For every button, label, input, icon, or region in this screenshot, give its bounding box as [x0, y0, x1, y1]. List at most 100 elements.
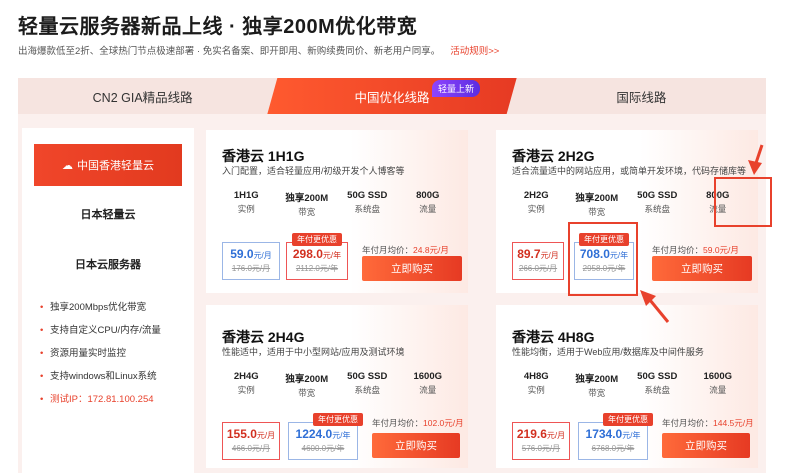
spec-value: 1H1G [233, 190, 259, 201]
spec-bandwidth: 独享200M 带宽 [277, 371, 338, 399]
product-card-2h4g: 香港云 2H4G 性能适中，适用于中小型网站/应用及测试环境 2H4G 实例 独享… [206, 305, 468, 468]
spec-disk: 50G SSD 系统盘 [337, 371, 398, 399]
subtitle-text: 出海爆款低至2折、全球热门节点极速部署 · 免实名备案、即开即用、新购续费同价、… [18, 46, 441, 57]
monthly-price-option[interactable]: 155.0元/月 466.0元/月 [222, 422, 280, 460]
original-price: 6768.0元/年 [591, 444, 635, 453]
spec-label: 带宽 [588, 207, 606, 217]
original-price: 4600.0元/年 [301, 444, 345, 453]
spec-value: 50G SSD [637, 371, 678, 382]
spec-instance: 4H8G 实例 [506, 371, 567, 399]
spec-label: 实例 [237, 204, 255, 214]
price-unit: 元/月 [540, 251, 559, 260]
spec-value: 800G [416, 190, 440, 201]
spec-value: 4H8G [523, 371, 549, 382]
spec-traffic: 1600G 流量 [398, 371, 459, 399]
spec-traffic: 800G 流量 [398, 190, 459, 218]
yearly-price-option[interactable]: 年付更优惠 298.0元/年 2112.0元/年 [286, 233, 348, 280]
avg-price: 年付月均价：144.5元/月 [662, 417, 754, 429]
tab-international[interactable]: 国际线路 [517, 78, 766, 114]
original-price: 2112.0元/年 [295, 264, 339, 273]
original-price: 176.0元/月 [231, 264, 271, 273]
spec-value: 1600G [703, 371, 733, 382]
feature-item: 资源用量实时监控 [40, 342, 194, 365]
spec-label: 带宽 [298, 207, 316, 217]
price-value: 155.0 [226, 427, 257, 441]
card-title: 香港云 4H8G [512, 329, 595, 345]
spec-label: 实例 [527, 204, 545, 214]
avg-value: 102.0元/月 [423, 418, 464, 428]
buy-button[interactable]: 立即购买 [652, 256, 752, 281]
cloud-icon: ☁ [62, 159, 73, 172]
tab-label: 国际线路 [616, 90, 667, 105]
price-value: 1734.0 [585, 427, 623, 441]
spec-bandwidth: 独享200M 带宽 [567, 190, 628, 218]
monthly-price-option[interactable]: 219.6元/月 576.0元/月 [512, 422, 570, 460]
feature-item: 支持自定义CPU/内存/流量 [40, 319, 194, 342]
spec-value: 50G SSD [637, 190, 678, 201]
buy-button[interactable]: 立即购买 [372, 433, 460, 458]
avg-price: 年付月均价：24.8元/月 [362, 244, 449, 256]
original-price: 576.0元/月 [521, 444, 561, 453]
spec-bandwidth: 独享200M 带宽 [277, 190, 338, 218]
price-value: 298.0 [292, 247, 323, 261]
spec-label: 流量 [419, 385, 437, 395]
avg-value: 24.8元/月 [413, 245, 449, 255]
yearly-price-option[interactable]: 年付更优惠 1224.0元/年 4600.0元/年 [288, 413, 363, 460]
spec-label: 实例 [237, 385, 255, 395]
sidebar-item-hk-lite[interactable]: ☁ 中国香港轻量云 [34, 144, 182, 186]
spec-value: 独享200M [285, 193, 329, 204]
avg-label: 年付月均价： [662, 418, 714, 428]
tab-china-optimized[interactable]: 中国优化线路 [267, 78, 516, 114]
sidebar-item-jp-server[interactable]: 日本云服务器 [22, 256, 194, 272]
price-value: 1224.0 [295, 427, 333, 441]
tab-cn2-gia[interactable]: CN2 GIA精品线路 [18, 78, 267, 114]
card-desc: 入门配置，适合轻量应用/初级开发个人博客等 [222, 166, 405, 176]
monthly-price-option[interactable]: 89.7元/月 266.0元/月 [512, 242, 564, 280]
page-header: 轻量云服务器新品上线 · 独享200M优化带宽 出海爆款低至2折、全球热门节点极… [18, 10, 499, 57]
price-value: 59.0 [230, 247, 254, 261]
sidebar-item-jp-lite[interactable]: 日本轻量云 [22, 206, 194, 222]
rules-link[interactable]: 活动规则>> [450, 46, 499, 57]
yearly-price-option[interactable]: 年付更优惠 1734.0元/年 6768.0元/年 [578, 413, 653, 460]
spec-label: 流量 [419, 204, 437, 214]
spec-row: 4H8G 实例 独享200M 带宽 50G SSD 系统盘 1600G 流量 [506, 371, 748, 399]
card-desc: 性能适中，适用于中小型网站/应用及测试环境 [222, 347, 405, 357]
product-card-1h1g: 香港云 1H1G 入门配置，适合轻量应用/初级开发个人博客等 1H1G 实例 独享… [206, 130, 468, 293]
spec-value: 1600G [413, 371, 443, 382]
price-unit: 元/月 [546, 431, 566, 440]
avg-price: 年付月均价：59.0元/月 [652, 244, 739, 256]
card-desc: 性能均衡，适用于Web应用/数据库及中间件服务 [512, 347, 704, 357]
spec-row: 2H2G 实例 独享200M 带宽 50G SSD 系统盘 800G 流量 [506, 190, 748, 218]
spec-value: 独享200M [285, 374, 329, 385]
feature-item: 独享200Mbps优化带宽 [40, 296, 194, 319]
buy-button[interactable]: 立即购买 [362, 256, 462, 281]
yearly-ribbon: 年付更优惠 [292, 233, 342, 246]
avg-value: 144.5元/月 [713, 418, 754, 428]
card-title: 香港云 2H2G [512, 148, 595, 164]
card-desc: 适合流量适中的网站应用，或简单开发环境，代码存储库等 [512, 166, 747, 176]
product-card-4h8g: 香港云 4H8G 性能均衡，适用于Web应用/数据库及中间件服务 4H8G 实例 … [496, 305, 758, 468]
card-title: 香港云 2H4G [222, 329, 305, 345]
spec-traffic: 1600G 流量 [688, 371, 749, 399]
spec-value: 独享200M [575, 374, 619, 385]
spec-value: 50G SSD [347, 371, 388, 382]
original-price: 466.0元/月 [231, 444, 271, 453]
monthly-price-option[interactable]: 59.0元/月 176.0元/月 [222, 242, 280, 280]
page-subtitle: 出海爆款低至2折、全球热门节点极速部署 · 免实名备案、即开即用、新购续费同价、… [18, 43, 499, 57]
spec-disk: 50G SSD 系统盘 [337, 190, 398, 218]
spec-disk: 50G SSD 系统盘 [627, 190, 688, 218]
feature-item: 支持windows和Linux系统 [40, 365, 194, 388]
yearly-ribbon: 年付更优惠 [603, 413, 653, 426]
spec-label: 系统盘 [354, 385, 380, 395]
card-title: 香港云 1H1G [222, 148, 305, 164]
spec-instance: 2H4G 实例 [216, 371, 277, 399]
buy-button[interactable]: 立即购买 [662, 433, 750, 458]
spec-instance: 1H1G 实例 [216, 190, 277, 218]
spec-label: 实例 [527, 385, 545, 395]
feature-list: 独享200Mbps优化带宽 支持自定义CPU/内存/流量 资源用量实时监控 支持… [22, 296, 194, 411]
sidebar: ☁ 中国香港轻量云 日本轻量云 日本云服务器 独享200Mbps优化带宽 支持自… [22, 128, 194, 473]
price-unit: 元/年 [332, 431, 351, 440]
new-badge: 轻量上新 [432, 80, 481, 97]
route-tabs: CN2 GIA精品线路 中国优化线路 国际线路 [18, 78, 766, 114]
spec-row: 1H1G 实例 独享200M 带宽 50G SSD 系统盘 800G 流量 [216, 190, 458, 218]
